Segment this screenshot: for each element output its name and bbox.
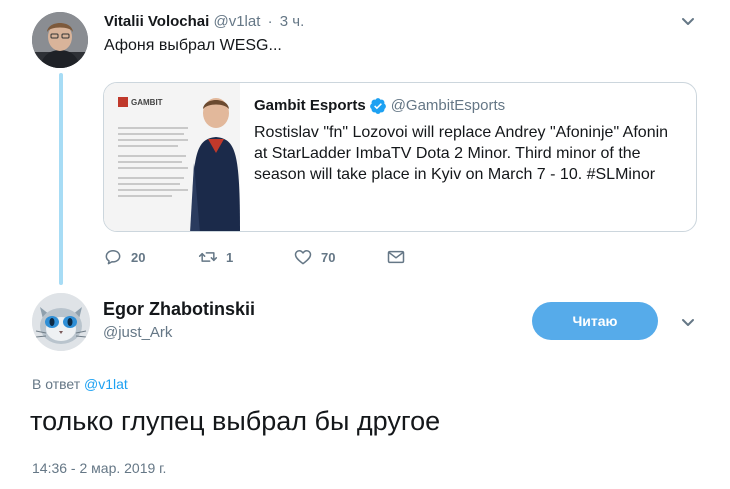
like-count: 70 <box>321 249 336 265</box>
announcement-image: GAMBIT <box>104 83 240 231</box>
verified-badge-icon <box>369 97 387 115</box>
reply-tweet-text: только глупец выбрал бы другое <box>30 406 441 436</box>
tweet-time[interactable]: 3 ч. <box>280 13 305 30</box>
reply-icon <box>105 250 121 265</box>
chevron-down-icon[interactable] <box>680 315 696 331</box>
chevron-down-icon[interactable] <box>680 14 696 30</box>
quoted-tweet-card[interactable]: GAMBIT Gambit Esports @GambitEsports Ros… <box>103 82 697 232</box>
quoted-author-name[interactable]: Gambit Esports <box>254 97 366 115</box>
retweet-count: 1 <box>226 249 234 265</box>
user-avatar-photo <box>32 12 88 68</box>
quoted-tweet-header: Gambit Esports @GambitEsports <box>254 97 505 115</box>
in-reply-mention-link[interactable]: @v1lat <box>84 376 128 392</box>
reply-author-name[interactable]: Egor Zhabotinskii <box>103 298 255 320</box>
like-button[interactable]: 70 <box>293 245 335 269</box>
quoted-author-handle[interactable]: @GambitEsports <box>391 97 505 115</box>
heart-icon <box>294 250 312 265</box>
retweet-button[interactable]: 1 <box>198 245 233 269</box>
direct-message-button[interactable] <box>386 245 414 269</box>
user-avatar[interactable] <box>32 12 88 68</box>
author-name[interactable]: Vitalii Volochai <box>104 13 209 30</box>
tweet-timestamp[interactable]: 14:36 - 2 мар. 2019 г. <box>32 459 166 477</box>
separator-dot: · <box>267 13 273 30</box>
quoted-tweet-text: Rostislav "fn" Lozovoi will replace Andr… <box>254 124 669 183</box>
user-avatar[interactable] <box>32 293 90 351</box>
parent-tweet-text: Афоня выбрал WESG... <box>104 37 282 54</box>
parent-tweet-header: Vitalii Volochai @v1lat · 3 ч. <box>104 13 304 31</box>
following-button[interactable]: Читаю <box>532 302 658 340</box>
cat-avatar-icon <box>32 293 90 351</box>
author-handle[interactable]: @v1lat <box>213 13 260 30</box>
retweet-icon <box>198 252 218 262</box>
reply-button[interactable]: 20 <box>103 245 145 269</box>
envelope-icon <box>387 250 405 264</box>
thread-connector-line <box>59 73 63 285</box>
reply-author-handle[interactable]: @just_Ark <box>103 324 172 342</box>
in-reply-to: В ответ @v1lat <box>32 375 128 393</box>
in-reply-label: В ответ <box>32 376 81 392</box>
media-logo-text: GAMBIT <box>131 98 163 107</box>
reply-count: 20 <box>131 249 146 265</box>
